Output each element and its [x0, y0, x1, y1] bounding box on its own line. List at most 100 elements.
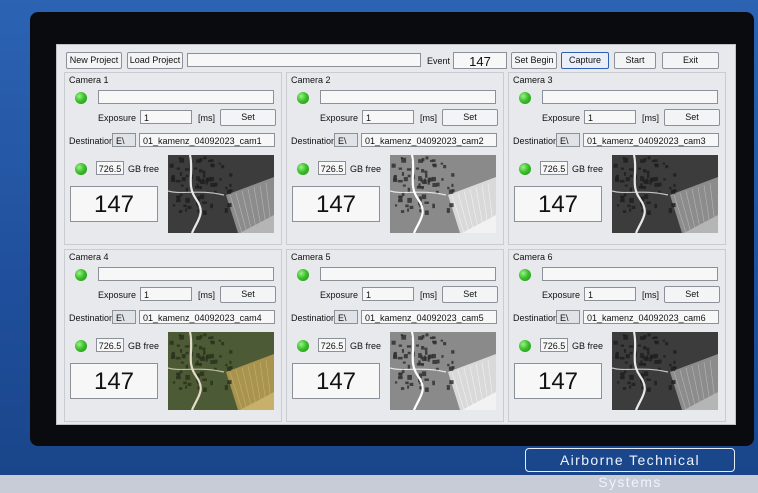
exposure-unit: [ms]	[642, 113, 659, 123]
gb-free-value: 726.5	[96, 161, 124, 175]
camera-panel: Camera 6 Exposure 1 [ms] Set Destination E\ 01_…	[508, 249, 726, 422]
set-exposure-button[interactable]: Set	[220, 286, 276, 303]
exit-button[interactable]: Exit	[662, 52, 719, 69]
disk-led-icon	[519, 340, 531, 352]
aerial-preview-image	[612, 155, 718, 233]
camera-status-field	[542, 90, 718, 104]
gb-free-value: 726.5	[318, 338, 346, 352]
set-exposure-button[interactable]: Set	[442, 109, 498, 126]
exposure-input[interactable]: 1	[140, 110, 192, 124]
camera-status-field	[320, 90, 496, 104]
camera-status-field	[98, 267, 274, 281]
camera-title: Camera 4	[69, 252, 109, 262]
image-counter: 147	[292, 186, 380, 222]
exposure-unit: [ms]	[420, 290, 437, 300]
status-led-icon	[297, 269, 309, 281]
disk-led-icon	[519, 163, 531, 175]
gb-free-label: GB free	[128, 164, 160, 174]
exposure-label: Exposure	[542, 113, 581, 123]
gb-free-value: 726.5	[540, 161, 568, 175]
camera-title: Camera 1	[69, 75, 109, 85]
destination-label: Destination	[291, 136, 337, 146]
exposure-label: Exposure	[98, 290, 137, 300]
status-led-icon	[75, 269, 87, 281]
set-exposure-button[interactable]: Set	[664, 286, 720, 303]
event-counter: 147	[453, 52, 507, 69]
drive-field[interactable]: E\	[334, 133, 358, 147]
image-counter: 147	[514, 186, 602, 222]
disk-led-icon	[75, 163, 87, 175]
destination-label: Destination	[513, 136, 559, 146]
exposure-label: Exposure	[320, 290, 359, 300]
gb-free-label: GB free	[128, 341, 160, 351]
exposure-input[interactable]: 1	[584, 287, 636, 301]
camera-title: Camera 3	[513, 75, 553, 85]
camera-panel: Camera 5 Exposure 1 [ms] Set Destination E\ 01_…	[286, 249, 504, 422]
exposure-label: Exposure	[320, 113, 359, 123]
project-path-field[interactable]	[187, 53, 421, 67]
exposure-unit: [ms]	[642, 290, 659, 300]
destination-label: Destination	[291, 313, 337, 323]
brand-label: Airborne Technical Systems	[525, 448, 735, 490]
drive-field[interactable]: E\	[112, 133, 136, 147]
exposure-unit: [ms]	[198, 113, 215, 123]
image-counter: 147	[514, 363, 602, 399]
camera-panel: Camera 3 Exposure 1 [ms] Set Destination E\ 01_…	[508, 72, 726, 245]
gb-free-label: GB free	[572, 164, 604, 174]
disk-led-icon	[75, 340, 87, 352]
load-project-button[interactable]: Load Project	[127, 52, 183, 69]
destination-field[interactable]: 01_kamenz_04092023_cam1	[139, 133, 275, 147]
destination-label: Destination	[69, 313, 115, 323]
camera-status-field	[542, 267, 718, 281]
destination-label: Destination	[513, 313, 559, 323]
new-project-button[interactable]: New Project	[66, 52, 122, 69]
aerial-preview-image	[168, 332, 274, 410]
drive-field[interactable]: E\	[112, 310, 136, 324]
aerial-preview-image	[390, 155, 496, 233]
gb-free-value: 726.5	[96, 338, 124, 352]
camera-panel: Camera 2 Exposure 1 [ms] Set Destination E\ 01_…	[286, 72, 504, 245]
set-begin-button[interactable]: Set Begin	[511, 52, 557, 69]
camera-panel: Camera 1 Exposure 1 [ms] Set Destination E\ 01_…	[64, 72, 282, 245]
camera-status-field	[320, 267, 496, 281]
camera-title: Camera 2	[291, 75, 331, 85]
gb-free-value: 726.5	[540, 338, 568, 352]
set-exposure-button[interactable]: Set	[664, 109, 720, 126]
exposure-label: Exposure	[542, 290, 581, 300]
set-exposure-button[interactable]: Set	[220, 109, 276, 126]
aerial-preview-image	[390, 332, 496, 410]
status-led-icon	[519, 269, 531, 281]
camera-title: Camera 5	[291, 252, 331, 262]
exposure-input[interactable]: 1	[140, 287, 192, 301]
exposure-label: Exposure	[98, 113, 137, 123]
destination-field[interactable]: 01_kamenz_04092023_cam2	[361, 133, 497, 147]
drive-field[interactable]: E\	[556, 133, 580, 147]
exposure-input[interactable]: 1	[362, 110, 414, 124]
aerial-preview-image	[612, 332, 718, 410]
event-label: Event	[427, 56, 451, 66]
exposure-input[interactable]: 1	[362, 287, 414, 301]
gb-free-label: GB free	[572, 341, 604, 351]
status-led-icon	[297, 92, 309, 104]
exposure-unit: [ms]	[198, 290, 215, 300]
image-counter: 147	[70, 363, 158, 399]
destination-label: Destination	[69, 136, 115, 146]
start-button[interactable]: Start	[614, 52, 656, 69]
drive-field[interactable]: E\	[556, 310, 580, 324]
disk-led-icon	[297, 163, 309, 175]
destination-field[interactable]: 01_kamenz_04092023_cam4	[139, 310, 275, 324]
status-led-icon	[519, 92, 531, 104]
app-screen: New Project Load Project Event 147 Set B…	[56, 44, 736, 425]
exposure-input[interactable]: 1	[584, 110, 636, 124]
capture-button[interactable]: Capture	[561, 52, 609, 69]
destination-field[interactable]: 01_kamenz_04092023_cam5	[361, 310, 497, 324]
set-exposure-button[interactable]: Set	[442, 286, 498, 303]
camera-status-field	[98, 90, 274, 104]
drive-field[interactable]: E\	[334, 310, 358, 324]
image-counter: 147	[70, 186, 158, 222]
gb-free-value: 726.5	[318, 161, 346, 175]
destination-field[interactable]: 01_kamenz_04092023_cam3	[583, 133, 719, 147]
gb-free-label: GB free	[350, 164, 382, 174]
image-counter: 147	[292, 363, 380, 399]
destination-field[interactable]: 01_kamenz_04092023_cam6	[583, 310, 719, 324]
